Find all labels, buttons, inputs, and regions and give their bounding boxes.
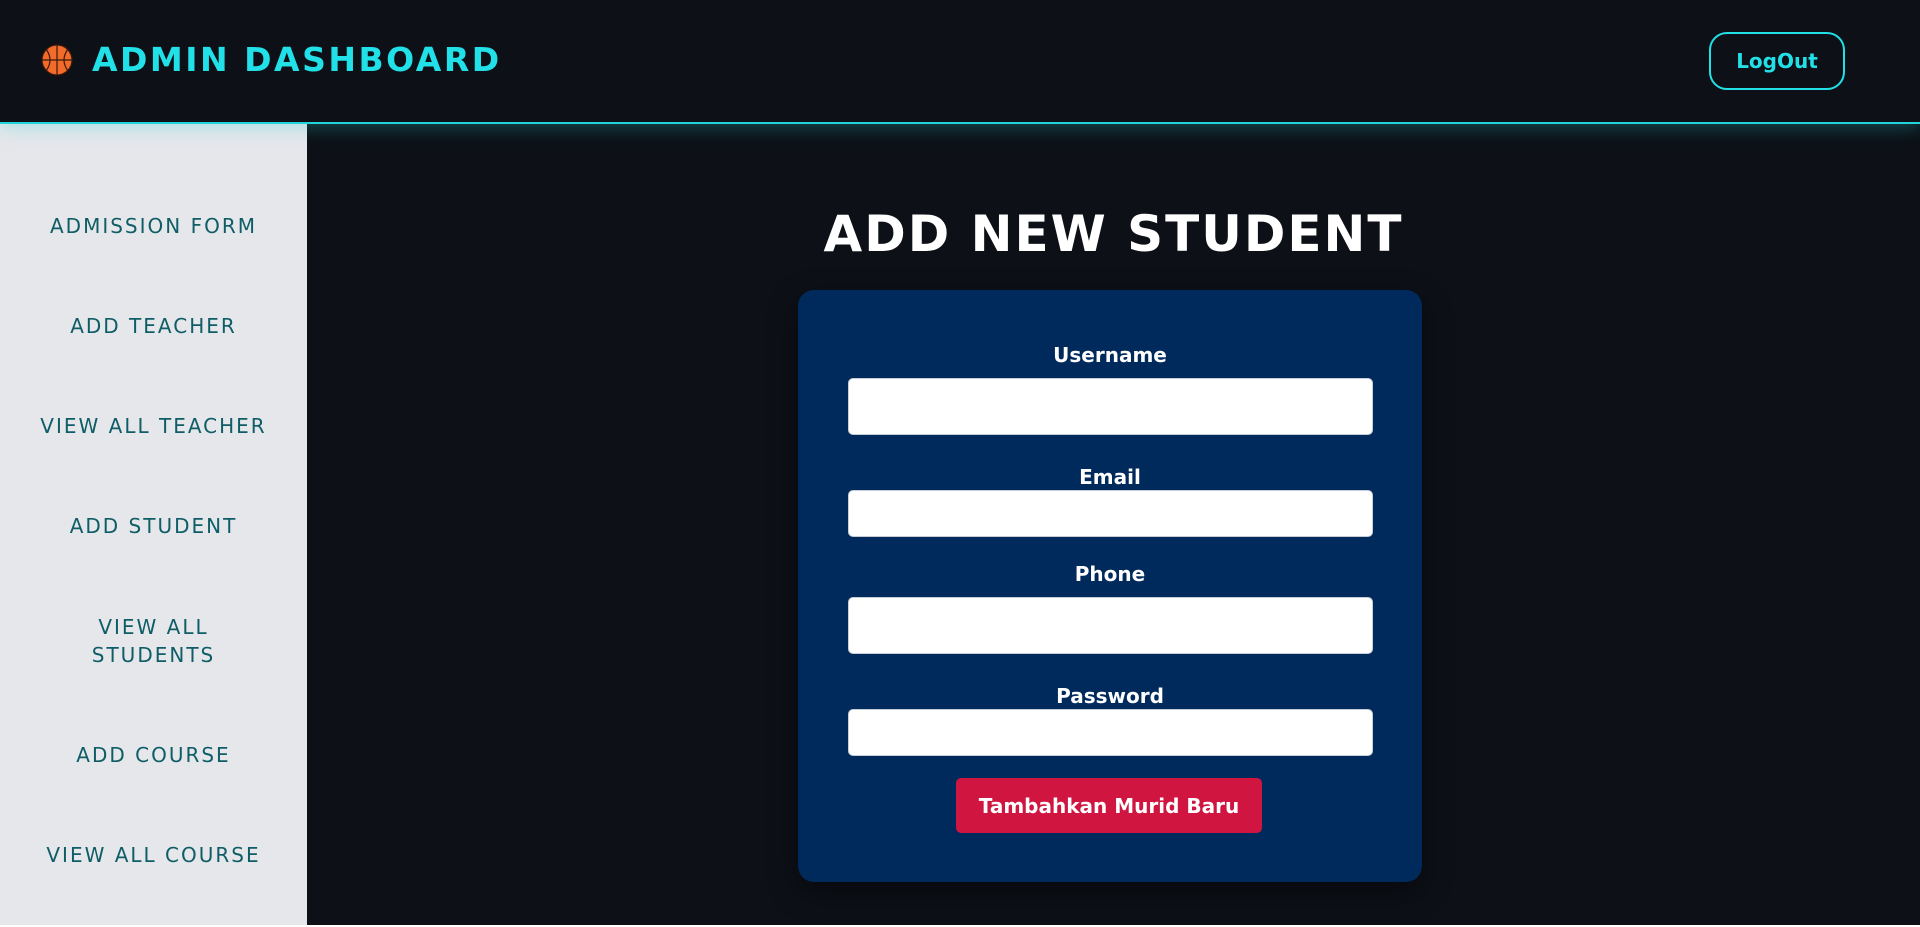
sidebar-item-view-all-students[interactable]: VIEW ALL STUDENTS — [78, 613, 229, 669]
sidebar-item-view-all-teacher[interactable]: VIEW ALL TEACHER — [0, 412, 307, 440]
add-student-form: Username Email Phone Password Tambahkan … — [798, 290, 1422, 882]
phone-input[interactable] — [848, 597, 1373, 654]
main-content: ADD NEW STUDENT Username Email Phone Pas… — [307, 124, 1920, 925]
email-label: Email — [1079, 465, 1141, 489]
add-student-submit-button[interactable]: Tambahkan Murid Baru — [956, 778, 1262, 833]
sidebar-item-add-teacher[interactable]: ADD TEACHER — [0, 312, 307, 340]
email-input[interactable] — [848, 490, 1373, 537]
password-input[interactable] — [848, 709, 1373, 756]
password-label: Password — [1056, 684, 1164, 708]
username-label: Username — [1053, 343, 1167, 367]
logout-button[interactable]: LogOut — [1709, 32, 1845, 90]
basketball-icon — [41, 44, 73, 76]
sidebar-item-add-student[interactable]: ADD STUDENT — [0, 512, 307, 540]
sidebar-item-add-course[interactable]: ADD COURSE — [0, 741, 307, 769]
page-title: ADD NEW STUDENT — [823, 205, 1404, 263]
phone-label: Phone — [1074, 562, 1146, 586]
sidebar-item-admission-form[interactable]: ADMISSION FORM — [0, 212, 307, 240]
dashboard-title: ADMIN DASHBOARD — [92, 40, 502, 79]
username-input[interactable] — [848, 378, 1373, 435]
brand: ADMIN DASHBOARD — [41, 42, 502, 78]
top-header: ADMIN DASHBOARD LogOut — [0, 0, 1920, 124]
sidebar: ADMISSION FORM ADD TEACHER VIEW ALL TEAC… — [0, 124, 307, 925]
sidebar-item-view-all-course[interactable]: VIEW ALL COURSE — [0, 841, 307, 869]
